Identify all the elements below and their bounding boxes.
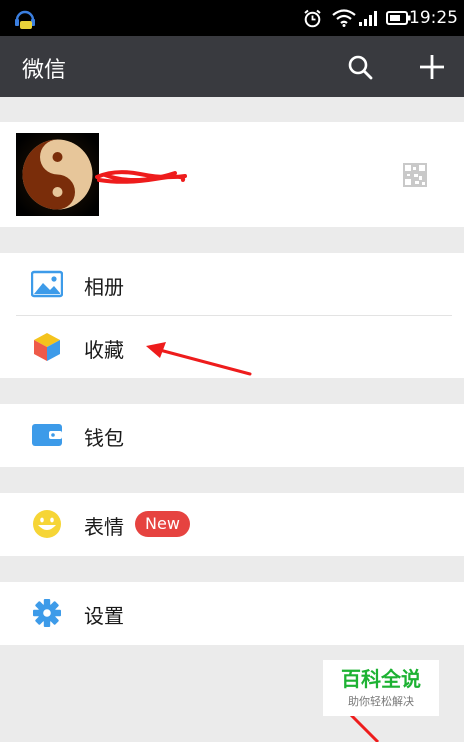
redacted-nickname-scribble: [95, 170, 187, 184]
signal-icon: [359, 11, 377, 26]
watermark-subtitle: 助你轻松解决: [348, 695, 414, 708]
new-badge: New: [135, 511, 190, 537]
status-bar: 19:25: [0, 0, 464, 36]
menu-group-wallet: 钱包: [0, 404, 464, 467]
add-icon[interactable]: [418, 53, 446, 81]
menu-item-settings-label: 设置: [84, 604, 124, 628]
gear-icon: [33, 599, 61, 627]
menu-item-favorites-label: 收藏: [84, 338, 124, 362]
album-photo-icon: [31, 270, 63, 298]
avatar[interactable]: [16, 133, 99, 216]
menu-group-stickers: 表情 New: [0, 493, 464, 556]
watermark-logo: 百科全说 助你轻松解决: [323, 660, 439, 716]
menu-item-album-label: 相册: [84, 275, 124, 299]
alarm-icon: [304, 9, 321, 28]
menu-item-stickers-label: 表情: [84, 515, 124, 539]
annotation-arrow-favorites: [146, 342, 252, 376]
menu-group-settings: 设置: [0, 582, 464, 645]
assistant-notification-icon: [15, 10, 35, 29]
profile-card[interactable]: [0, 122, 464, 227]
status-time: 19:25: [409, 8, 458, 28]
qr-code-icon[interactable]: [403, 163, 427, 187]
menu-item-settings[interactable]: 设置: [0, 582, 464, 644]
app-title: 微信: [22, 58, 67, 83]
search-icon[interactable]: [346, 53, 374, 81]
favorites-cube-icon: [34, 333, 60, 361]
yin-yang-avatar-image: [16, 133, 99, 216]
menu-item-album[interactable]: 相册: [0, 253, 464, 315]
menu-item-wallet[interactable]: 钱包: [0, 404, 464, 466]
smiley-icon: [33, 510, 61, 538]
wifi-icon: [332, 9, 356, 27]
menu-item-wallet-label: 钱包: [84, 426, 124, 450]
wallet-icon: [32, 424, 62, 446]
annotation-arrow-bottom: [348, 712, 380, 742]
watermark-title: 百科全说: [341, 667, 421, 691]
menu-item-stickers[interactable]: 表情 New: [0, 493, 464, 555]
app-bar: 微信: [0, 36, 464, 97]
